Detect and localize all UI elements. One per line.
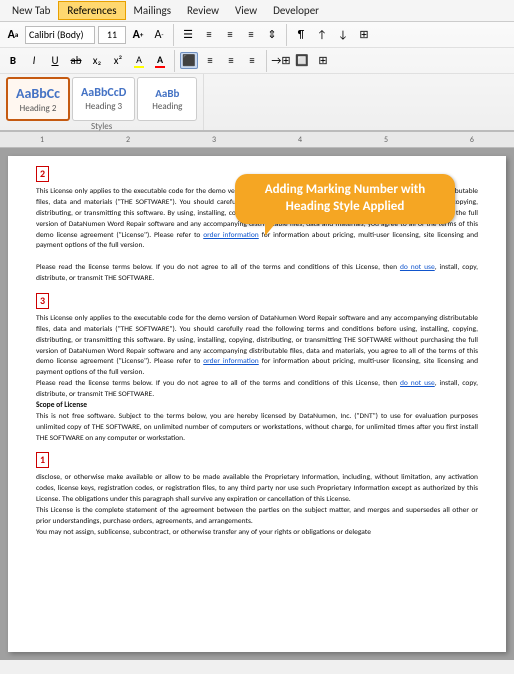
ruler-mark-3: 3 — [212, 135, 216, 145]
section-3: 3 This License only applies to the execu… — [36, 293, 478, 445]
grow-font-btn[interactable]: A+ — [129, 26, 147, 43]
underline-btn[interactable]: U — [46, 52, 64, 69]
align-right-btn[interactable]: ≡ — [222, 52, 240, 69]
section-3-text[interactable]: This License only applies to the executa… — [36, 314, 478, 445]
align-left-btn[interactable]: ⬛ — [180, 52, 198, 69]
section-3-link2[interactable]: do not use — [400, 379, 435, 388]
section-3-number: 3 — [36, 293, 49, 309]
superscript-btn[interactable]: x² — [109, 52, 127, 69]
italic-btn[interactable]: I — [25, 52, 43, 69]
section-3-link1[interactable]: order information — [203, 357, 259, 366]
section-3-heading: 3 — [36, 293, 478, 311]
para-btn4[interactable]: ⊞ — [355, 26, 373, 43]
borders-btn[interactable]: ⊞ — [314, 52, 332, 69]
font-color-btn[interactable]: A — [151, 52, 169, 69]
strikethrough-btn[interactable]: ab — [67, 52, 85, 69]
document-area: Adding Marking Number with Heading Style… — [0, 148, 514, 660]
document-page[interactable]: Adding Marking Number with Heading Style… — [8, 156, 506, 652]
list-btn1[interactable]: ☰ — [179, 26, 197, 43]
align-center-btn[interactable]: ≡ — [201, 52, 219, 69]
section-2-body3: Please read the license terms below. If … — [36, 263, 400, 272]
list-btn4[interactable]: ≡ — [242, 26, 260, 43]
style-heading4-preview: AaBb — [155, 87, 179, 100]
menu-developer[interactable]: Developer — [265, 2, 327, 19]
menu-new-tab[interactable]: New Tab — [4, 2, 58, 19]
section-2-link2[interactable]: do not use — [400, 263, 435, 272]
shading-btn[interactable]: 🔲 — [293, 52, 311, 69]
section-1-body: disclose, or otherwise make available or… — [36, 473, 478, 536]
menu-mailings[interactable]: Mailings — [126, 2, 180, 19]
ruler-mark-4: 4 — [298, 135, 302, 145]
ruler-mark-2: 2 — [126, 135, 130, 145]
section-1: 1 disclose, or otherwise make available … — [36, 452, 478, 538]
style-heading4[interactable]: AaBb Heading — [137, 77, 197, 121]
scope-label: Scope of License — [36, 401, 87, 410]
list-btn3[interactable]: ≡ — [221, 26, 239, 43]
menu-review[interactable]: Review — [179, 2, 227, 19]
sep3 — [174, 50, 175, 72]
ruler-mark-5: 5 — [384, 135, 388, 145]
para-btn2[interactable]: ↑ — [313, 26, 331, 43]
section-1-heading: 1 — [36, 452, 478, 470]
style-heading4-label: Heading — [152, 101, 182, 112]
section-2-number: 2 — [36, 166, 49, 182]
section-1-text[interactable]: disclose, or otherwise make available or… — [36, 473, 478, 538]
list-btn5[interactable]: ⇕ — [263, 26, 281, 43]
menu-view[interactable]: View — [227, 2, 265, 19]
highlight-btn[interactable]: A — [130, 52, 148, 69]
menu-references[interactable]: References — [58, 1, 125, 20]
para-btn3[interactable]: ↓ — [334, 26, 352, 43]
ruler-mark-1: 1 — [40, 135, 44, 145]
bold-btn[interactable]: B — [4, 52, 22, 69]
styles-content: AaBbCc Heading 2 AaBbCcD Heading 3 AaBb … — [6, 77, 197, 121]
ruler-mark-6: 6 — [470, 135, 474, 145]
scope-body: This is not free software. Subject to th… — [36, 412, 478, 443]
section-1-number: 1 — [36, 452, 49, 468]
ribbon: Aa Calibri (Body) 11 A+ A- ☰ ≡ ≡ ≡ ⇕ ¶ ↑… — [0, 22, 514, 132]
section-2-link1[interactable]: order information — [203, 231, 259, 240]
indent-increase-btn[interactable]: →⊞ — [272, 52, 290, 69]
ruler: 1 2 3 4 5 6 — [0, 132, 514, 148]
style-heading2-preview: AaBbCc — [16, 85, 60, 102]
style-heading3[interactable]: AaBbCcD Heading 3 — [72, 77, 135, 121]
section-3-body3: Please read the license terms below. If … — [36, 379, 400, 388]
font-size-aa-btn[interactable]: Aa — [4, 26, 22, 43]
style-heading3-preview: AaBbCcD — [81, 86, 126, 100]
pilcrow-btn[interactable]: ¶ — [292, 26, 310, 43]
ribbon-row2: B I U ab x₂ x² A A ⬛ ≡ ≡ ≡ →⊞ 🔲 ⊞ — [0, 48, 514, 74]
list-btn2[interactable]: ≡ — [200, 26, 218, 43]
ruler-marks: 1 2 3 4 5 6 — [40, 135, 474, 145]
font-size-box[interactable]: 11 — [98, 26, 126, 44]
style-heading2[interactable]: AaBbCc Heading 2 — [6, 77, 70, 121]
justify-btn[interactable]: ≡ — [243, 52, 261, 69]
ribbon-row3: AaBbCc Heading 2 AaBbCcD Heading 3 AaBb … — [0, 74, 514, 130]
style-heading3-label: Heading 3 — [85, 101, 122, 112]
callout-balloon: Adding Marking Number with Heading Style… — [235, 174, 455, 224]
styles-group: AaBbCc Heading 2 AaBbCcD Heading 3 AaBb … — [0, 74, 204, 130]
shrink-font-btn[interactable]: A- — [150, 26, 168, 43]
ribbon-row1: Aa Calibri (Body) 11 A+ A- ☰ ≡ ≡ ≡ ⇕ ¶ ↑… — [0, 22, 514, 48]
subscript-btn[interactable]: x₂ — [88, 52, 106, 69]
font-name-box[interactable]: Calibri (Body) — [25, 26, 95, 44]
style-heading2-label: Heading 2 — [20, 103, 57, 114]
sep2 — [286, 24, 287, 46]
sep4 — [266, 50, 267, 72]
sep1 — [173, 24, 174, 46]
menu-bar: New Tab References Mailings Review View … — [0, 0, 514, 22]
